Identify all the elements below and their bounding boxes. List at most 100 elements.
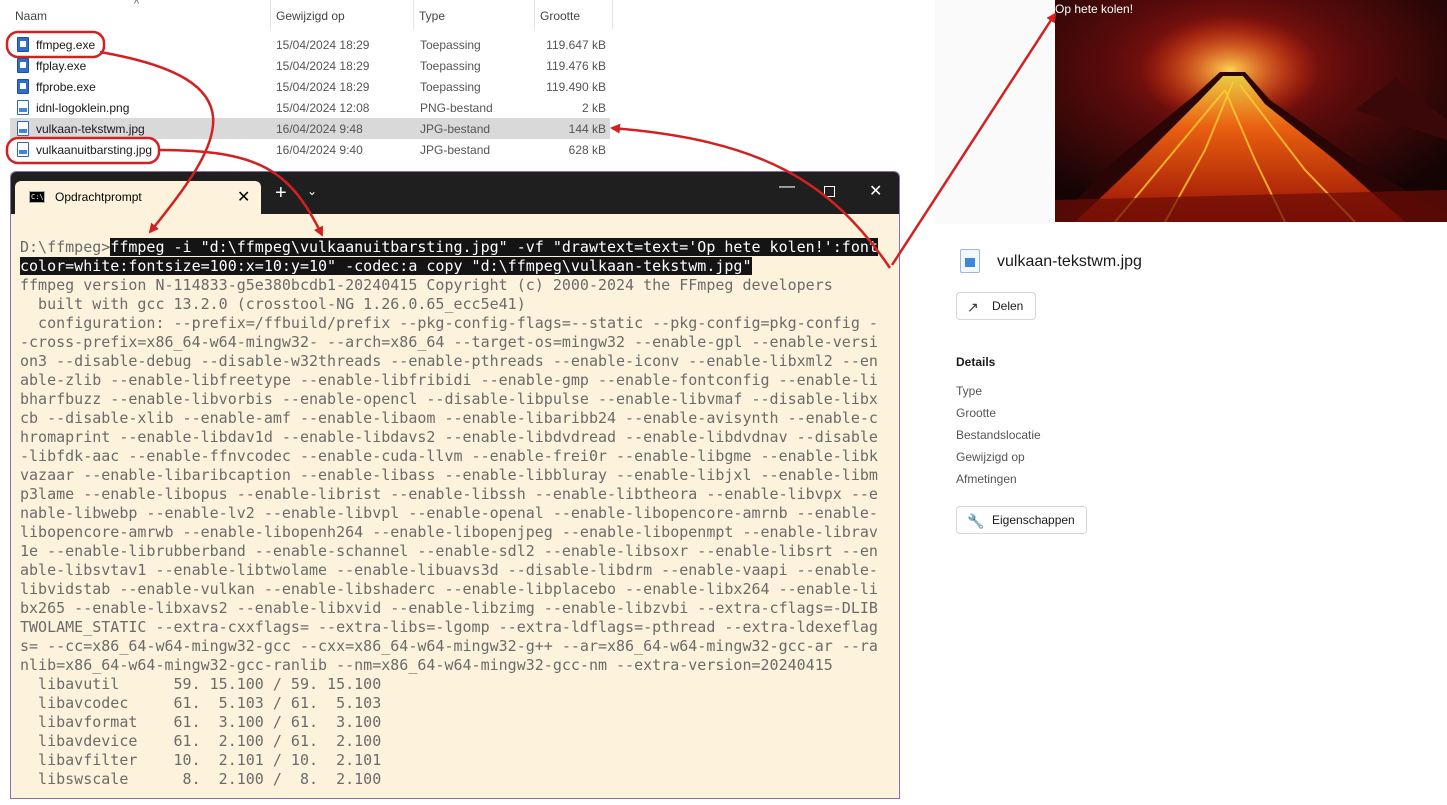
file-row-vulkaan-tekstwm[interactable]: vulkaan-tekstwm.jpg 16/04/2024 9:48 JPG-… [10, 118, 610, 139]
tab-title: Opdrachtprompt [55, 190, 142, 204]
file-size: 2 kB [581, 101, 606, 115]
detail-label-size: Grootte [956, 406, 997, 420]
output-line: p3lame --enable-libopus --enable-librist… [20, 485, 878, 503]
file-name: ffplay.exe [36, 59, 87, 73]
file-name: idnl-logoklein.png [36, 101, 130, 115]
properties-button[interactable]: 🔧 Eigenschappen [956, 506, 1087, 534]
output-line: configuration: --prefix=/ffbuild/prefix … [20, 314, 878, 332]
file-name: vulkaanuitbarsting.jpg [36, 143, 153, 157]
image-file-icon [17, 100, 29, 115]
chevron-down-icon[interactable]: ⌄ [307, 184, 317, 198]
command-line: D:\ffmpeg>ffmpeg -i "d:\ffmpeg\vulkaanui… [20, 238, 890, 257]
command-prompt-icon: C:\ [29, 191, 45, 203]
output-lines: ffmpeg version N-114833-g5e380bcdb1-2024… [20, 276, 890, 789]
exe-file-icon [17, 58, 29, 73]
file-name: ffprobe.exe [36, 80, 96, 94]
output-line: TWOLAME_STATIC --extra-cxxflags= --extra… [20, 618, 878, 636]
file-name: vulkaan-tekstwm.jpg [36, 122, 145, 136]
output-line: -cross-prefix=x86_64-w64-mingw32- --arch… [20, 333, 878, 351]
file-size: 628 kB [568, 143, 606, 157]
file-modified: 15/04/2024 12:08 [276, 101, 370, 115]
file-modified: 16/04/2024 9:48 [276, 122, 363, 136]
output-line: hromaprint --enable-libdav1d --enable-li… [20, 428, 878, 446]
output-line: ffmpeg version N-114833-g5e380bcdb1-2024… [20, 276, 833, 294]
file-row-ffprobe[interactable]: ffprobe.exe 15/04/2024 18:29 Toepassing … [10, 76, 610, 97]
file-modified: 15/04/2024 18:29 [276, 38, 370, 52]
detail-label-dimensions: Afmetingen [956, 472, 1017, 486]
file-size: 119.647 kB [546, 38, 606, 52]
prompt: D:\ffmpeg> [20, 238, 111, 256]
file-row-ffplay[interactable]: ffplay.exe 15/04/2024 18:29 Toepassing 1… [10, 55, 610, 76]
output-line: cb --disable-xlib --enable-amf --enable-… [20, 409, 878, 427]
file-type: Toepassing [420, 38, 481, 52]
terminal-window[interactable]: C:\ Opdrachtprompt ✕ + ⌄ — ✕ D:\ffmpeg>f… [10, 171, 900, 799]
maximize-icon[interactable] [824, 186, 835, 197]
output-line: 1e --enable-librubberband --enable-schan… [20, 542, 878, 560]
file-modified: 15/04/2024 18:29 [276, 80, 370, 94]
file-type: JPG-bestand [420, 143, 491, 157]
file-size: 144 kB [568, 122, 606, 136]
terminal-tab[interactable]: C:\ Opdrachtprompt ✕ [15, 181, 261, 214]
output-line: bx265 --enable-libxavs2 --enable-libxvid… [20, 599, 878, 617]
share-button[interactable]: ↗ Delen [956, 292, 1036, 320]
output-line: nable-libwebp --enable-lv2 --enable-libv… [20, 504, 878, 522]
output-line: libavdevice 61. 2.100 / 61. 2.100 [20, 732, 382, 750]
file-modified: 15/04/2024 18:29 [276, 59, 370, 73]
output-line: on3 --disable-debug --disable-w32threads… [20, 352, 878, 370]
volcano-picture [1055, 0, 1447, 222]
output-line: bharfbuzz --enable-libvorbis --enable-op… [20, 390, 878, 408]
column-header-name[interactable]: Naam [10, 0, 271, 30]
terminal-titlebar[interactable]: C:\ Opdrachtprompt ✕ + ⌄ — ✕ [11, 172, 899, 214]
output-line: vazaar --enable-libaribcaption --enable-… [20, 466, 878, 484]
file-size: 119.490 kB [546, 80, 606, 94]
file-row-logo[interactable]: idnl-logoklein.png 15/04/2024 12:08 PNG-… [10, 97, 610, 118]
output-line: libavfilter 10. 2.101 / 10. 2.101 [20, 751, 382, 769]
output-line: libopencore-amrwb --enable-libopenh264 -… [20, 523, 878, 541]
file-type: PNG-bestand [420, 101, 493, 115]
properties-label: Eigenschappen [992, 513, 1075, 527]
preview-image [1055, 0, 1447, 222]
detail-label-type: Type [956, 384, 983, 398]
new-tab-icon[interactable]: + [275, 182, 287, 205]
file-type: Toepassing [420, 59, 481, 73]
file-type: JPG-bestand [420, 122, 491, 136]
file-type: Toepassing [420, 80, 481, 94]
command-line: color=white:fontsize=100:x=10:y=10" -cod… [20, 257, 890, 276]
sort-ascending-icon[interactable]: ^ [134, 0, 139, 10]
image-file-icon [960, 249, 980, 273]
close-tab-icon[interactable]: ✕ [237, 187, 250, 207]
detail-label-modified: Gewijzigd op [956, 450, 1025, 464]
close-icon[interactable]: ✕ [869, 181, 882, 201]
column-header-modified[interactable]: Gewijzigd op [271, 0, 414, 30]
output-line: able-zlib --enable-libfreetype --enable-… [20, 371, 878, 389]
output-line: built with gcc 13.2.0 (crosstool-NG 1.26… [20, 295, 526, 313]
detail-label-location: Bestandslocatie [956, 428, 1041, 442]
share-label: Delen [992, 299, 1024, 313]
column-header-type[interactable]: Type [414, 0, 535, 30]
wrench-icon: 🔧 [967, 513, 985, 529]
column-header-size[interactable]: Grootte [535, 0, 613, 30]
output-line: -libfdk-aac --enable-ffnvcodec --enable-… [20, 447, 878, 465]
output-line: libavformat 61. 3.100 / 61. 3.100 [20, 713, 382, 731]
file-modified: 16/04/2024 9:40 [276, 143, 363, 157]
share-icon: ↗ [967, 299, 979, 315]
preview-background [935, 0, 1055, 224]
file-list: Naam ^ Gewijzigd op Type Grootte ffmpeg.… [0, 0, 935, 170]
file-size: 119.476 kB [546, 59, 606, 73]
file-row-vulkaanuitbarsting[interactable]: vulkaanuitbarsting.jpg 16/04/2024 9:40 J… [10, 139, 610, 160]
details-heading: Details [956, 355, 996, 369]
file-row-ffmpeg[interactable]: ffmpeg.exe 15/04/2024 18:29 Toepassing 1… [10, 34, 610, 55]
exe-file-icon [17, 37, 29, 52]
output-line: s= --cc=x86_64-w64-mingw32-gcc --cxx=x86… [20, 637, 878, 655]
exe-file-icon [17, 79, 29, 94]
output-line: nlib=x86_64-w64-mingw32-gcc-ranlib --nm=… [20, 656, 833, 674]
output-line: able-libsvtav1 --enable-libtwolame --ena… [20, 561, 878, 579]
file-name: ffmpeg.exe [36, 38, 96, 52]
terminal-output[interactable]: D:\ffmpeg>ffmpeg -i "d:\ffmpeg\vulkaanui… [20, 238, 890, 789]
command-text: color=white:fontsize=100:x=10:y=10" -cod… [20, 257, 752, 275]
output-line: libvidstab --enable-vulkan --enable-libs… [20, 580, 878, 598]
minimize-icon[interactable]: — [779, 178, 795, 196]
output-line: libavcodec 61. 5.103 / 61. 5.103 [20, 694, 382, 712]
image-file-icon [17, 121, 29, 136]
image-file-icon [17, 142, 29, 157]
